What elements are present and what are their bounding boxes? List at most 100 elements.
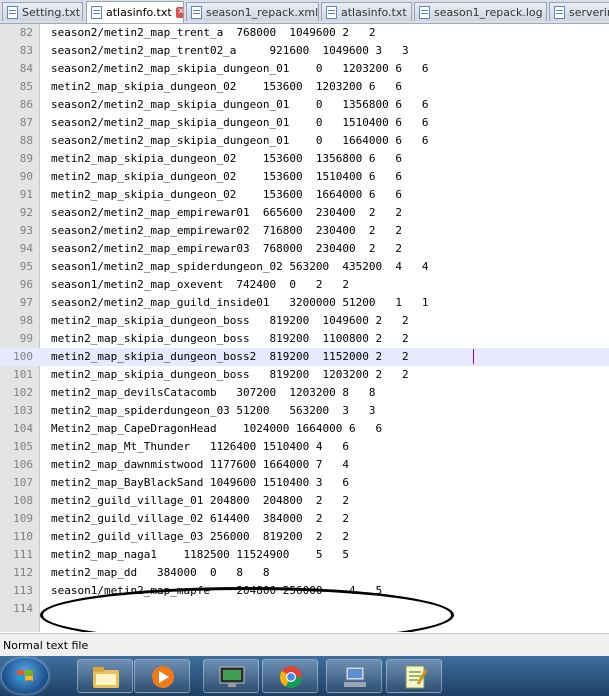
line-text: season2/metin2_map_trent02_a 921600 1049…	[51, 44, 409, 57]
line-number: 96	[19, 278, 33, 291]
editor-line[interactable]: 104 Metin2_map_CapeDragonHead 1024000 166…	[0, 420, 609, 438]
line-text: metin2_map_skipia_dungeon_boss 819200 10…	[51, 314, 409, 327]
line-text: metin2_guild_village_01 204800 204800 2 …	[51, 494, 350, 507]
line-text: metin2_map_Mt_Thunder 1126400 1510400 4 …	[51, 440, 350, 453]
line-number: 112	[13, 566, 33, 579]
line-text: Metin2_map_CapeDragonHead 1024000 166400…	[51, 422, 383, 435]
taskbar-network-button[interactable]	[326, 659, 382, 693]
tab-setting-txt[interactable]: Setting.txt	[2, 2, 83, 21]
editor-line[interactable]: 103 metin2_map_spiderdungeon_03 51200 563…	[0, 402, 609, 420]
editor-line[interactable]: 90 metin2_map_skipia_dungeon_02 153600 15…	[0, 168, 609, 186]
tab-label: atlasinfo.txt	[106, 6, 172, 19]
editor-line[interactable]: 101 metin2_map_skipia_dungeon_boss 819200…	[0, 366, 609, 384]
windows-taskbar	[0, 656, 609, 696]
editor-line[interactable]: 87 season2/metin2_map_skipia_dungeon_01 0…	[0, 114, 609, 132]
tab-season1-repack-log[interactable]: season1_repack.log	[414, 2, 547, 21]
current-line[interactable]: 100 metin2_map_skipia_dungeon_boss2 81920…	[0, 348, 609, 366]
line-number: 88	[19, 134, 33, 147]
tab-season1-repack-xml[interactable]: season1_repack.xml	[186, 2, 319, 21]
editor-line[interactable]: 86 season2/metin2_map_skipia_dungeon_01 0…	[0, 96, 609, 114]
line-text: season2/metin2_map_empirewar01 665600 23…	[51, 206, 402, 219]
line-text: metin2_map_skipia_dungeon_boss2 819200 1…	[51, 350, 409, 363]
text-file-icon	[326, 5, 337, 19]
line-text: season2/metin2_map_trent_a 768000 104960…	[51, 26, 376, 39]
editor-line[interactable]: 102 metin2_map_devilsCatacomb 307200 1203…	[0, 384, 609, 402]
editor-line[interactable]: 88 season2/metin2_map_skipia_dungeon_01 0…	[0, 132, 609, 150]
media-player-icon	[152, 666, 174, 688]
network-computer-icon	[344, 666, 366, 687]
line-text: season2/metin2_map_skipia_dungeon_01 0 1…	[51, 134, 429, 147]
line-number: 106	[13, 458, 33, 471]
text-file-icon	[191, 5, 202, 19]
editor-line[interactable]: 106 metin2_map_dawnmistwood 1177600 16640…	[0, 456, 609, 474]
editor-line[interactable]: 83 season2/metin2_map_trent02_a 921600 10…	[0, 42, 609, 60]
line-number: 104	[13, 422, 33, 435]
line-number: 113	[13, 584, 33, 597]
editor-line[interactable]: 94 season2/metin2_map_empirewar03 768000 …	[0, 240, 609, 258]
editor-line[interactable]: 84 season2/metin2_map_skipia_dungeon_01 0…	[0, 60, 609, 78]
folder-explorer-icon	[93, 667, 119, 688]
editor-line[interactable]: 96 season1/metin2_map_oxevent 742400 0 2 …	[0, 276, 609, 294]
editor-line[interactable]: 111 metin2_map_naga1 1182500 11524900 5 5	[0, 546, 609, 564]
notepad-plus-plus-icon	[405, 665, 428, 689]
line-number: 97	[19, 296, 33, 309]
line-number: 110	[13, 530, 33, 543]
windows-logo-icon	[17, 670, 33, 681]
start-button[interactable]	[2, 658, 48, 694]
editor-line[interactable]: 97 season2/metin2_map_guild_inside01 3200…	[0, 294, 609, 312]
line-text: season1/metin2_map_oxevent 742400 0 2 2	[51, 278, 350, 291]
editor-line[interactable]: 95 season1/metin2_map_spiderdungeon_02 56…	[0, 258, 609, 276]
line-number: 101	[13, 368, 33, 381]
line-number: 108	[13, 494, 33, 507]
text-editor[interactable]: 82 season2/metin2_map_trent_a 768000 1049…	[0, 24, 609, 632]
editor-line[interactable]: 105 metin2_map_Mt_Thunder 1126400 1510400…	[0, 438, 609, 456]
line-text: metin2_map_dd 384000 0 8 8	[51, 566, 270, 579]
editor-line[interactable]: 112 metin2_map_dd 384000 0 8 8	[0, 564, 609, 582]
line-text: metin2_map_skipia_dungeon_02 153600 1510…	[51, 170, 402, 183]
editor-line[interactable]: 109 metin2_guild_village_02 614400 384000…	[0, 510, 609, 528]
tab-serverinfo[interactable]: serverinfo	[549, 2, 609, 21]
file-type-label: Normal text file	[3, 639, 89, 652]
taskbar-media-player-button[interactable]	[134, 659, 190, 693]
text-file-icon	[7, 5, 18, 19]
line-text: metin2_map_BayBlackSand 1049600 1510400 …	[51, 476, 350, 489]
editor-line[interactable]: 85 metin2_map_skipia_dungeon_02 153600 12…	[0, 78, 609, 96]
editor-line[interactable]: 110 metin2_guild_village_03 256000 819200…	[0, 528, 609, 546]
editor-line[interactable]: 99 metin2_map_skipia_dungeon_boss 819200 …	[0, 330, 609, 348]
editor-line[interactable]: 107 metin2_map_BayBlackSand 1049600 15104…	[0, 474, 609, 492]
tab-atlasinfo-txt-active[interactable]: atlasinfo.txt ✕	[86, 1, 184, 23]
taskbar-chrome-button[interactable]	[262, 659, 318, 693]
editor-line[interactable]: 92 season2/metin2_map_empirewar01 665600 …	[0, 204, 609, 222]
tab-label: serverinfo	[569, 5, 609, 19]
tab-close-icon[interactable]: ✕	[175, 7, 183, 18]
editor-line[interactable]: 89 metin2_map_skipia_dungeon_02 153600 13…	[0, 150, 609, 168]
line-number: 92	[19, 206, 33, 219]
tab-bar: Setting.txt atlasinfo.txt ✕ season1_repa…	[0, 0, 609, 24]
line-number: 114	[13, 602, 33, 615]
text-file-icon	[419, 5, 430, 19]
tab-atlasinfo-txt[interactable]: atlasinfo.txt	[321, 2, 412, 21]
editor-line[interactable]: 113 season1/metin2_map_mapfe 204800 25600…	[0, 582, 609, 600]
text-caret	[473, 349, 474, 364]
line-text: metin2_map_spiderdungeon_03 51200 563200…	[51, 404, 376, 417]
editor-line[interactable]: 98 metin2_map_skipia_dungeon_boss 819200 …	[0, 312, 609, 330]
editor-line[interactable]: 93 season2/metin2_map_empirewar02 716800 …	[0, 222, 609, 240]
line-text: season2/metin2_map_skipia_dungeon_01 0 1…	[51, 116, 429, 129]
editor-line[interactable]: 114	[0, 600, 609, 618]
line-number: 100	[13, 350, 33, 363]
editor-line[interactable]: 82 season2/metin2_map_trent_a 768000 1049…	[0, 24, 609, 42]
line-number: 91	[19, 188, 33, 201]
taskbar-notepadpp-button[interactable]	[386, 659, 442, 693]
line-number: 84	[19, 62, 33, 75]
line-text: season1/metin2_map_spiderdungeon_02 5632…	[51, 260, 429, 273]
line-number: 98	[19, 314, 33, 327]
status-bar: Normal text file	[0, 633, 609, 656]
line-number: 102	[13, 386, 33, 399]
taskbar-monitor-button[interactable]	[203, 659, 259, 693]
editor-line[interactable]: 108 metin2_guild_village_01 204800 204800…	[0, 492, 609, 510]
tab-label: atlasinfo.txt	[341, 5, 407, 19]
taskbar-explorer-button[interactable]	[77, 659, 133, 693]
editor-line[interactable]: 91 metin2_map_skipia_dungeon_02 153600 16…	[0, 186, 609, 204]
line-text: season2/metin2_map_guild_inside01 320000…	[51, 296, 429, 309]
line-number: 89	[19, 152, 33, 165]
